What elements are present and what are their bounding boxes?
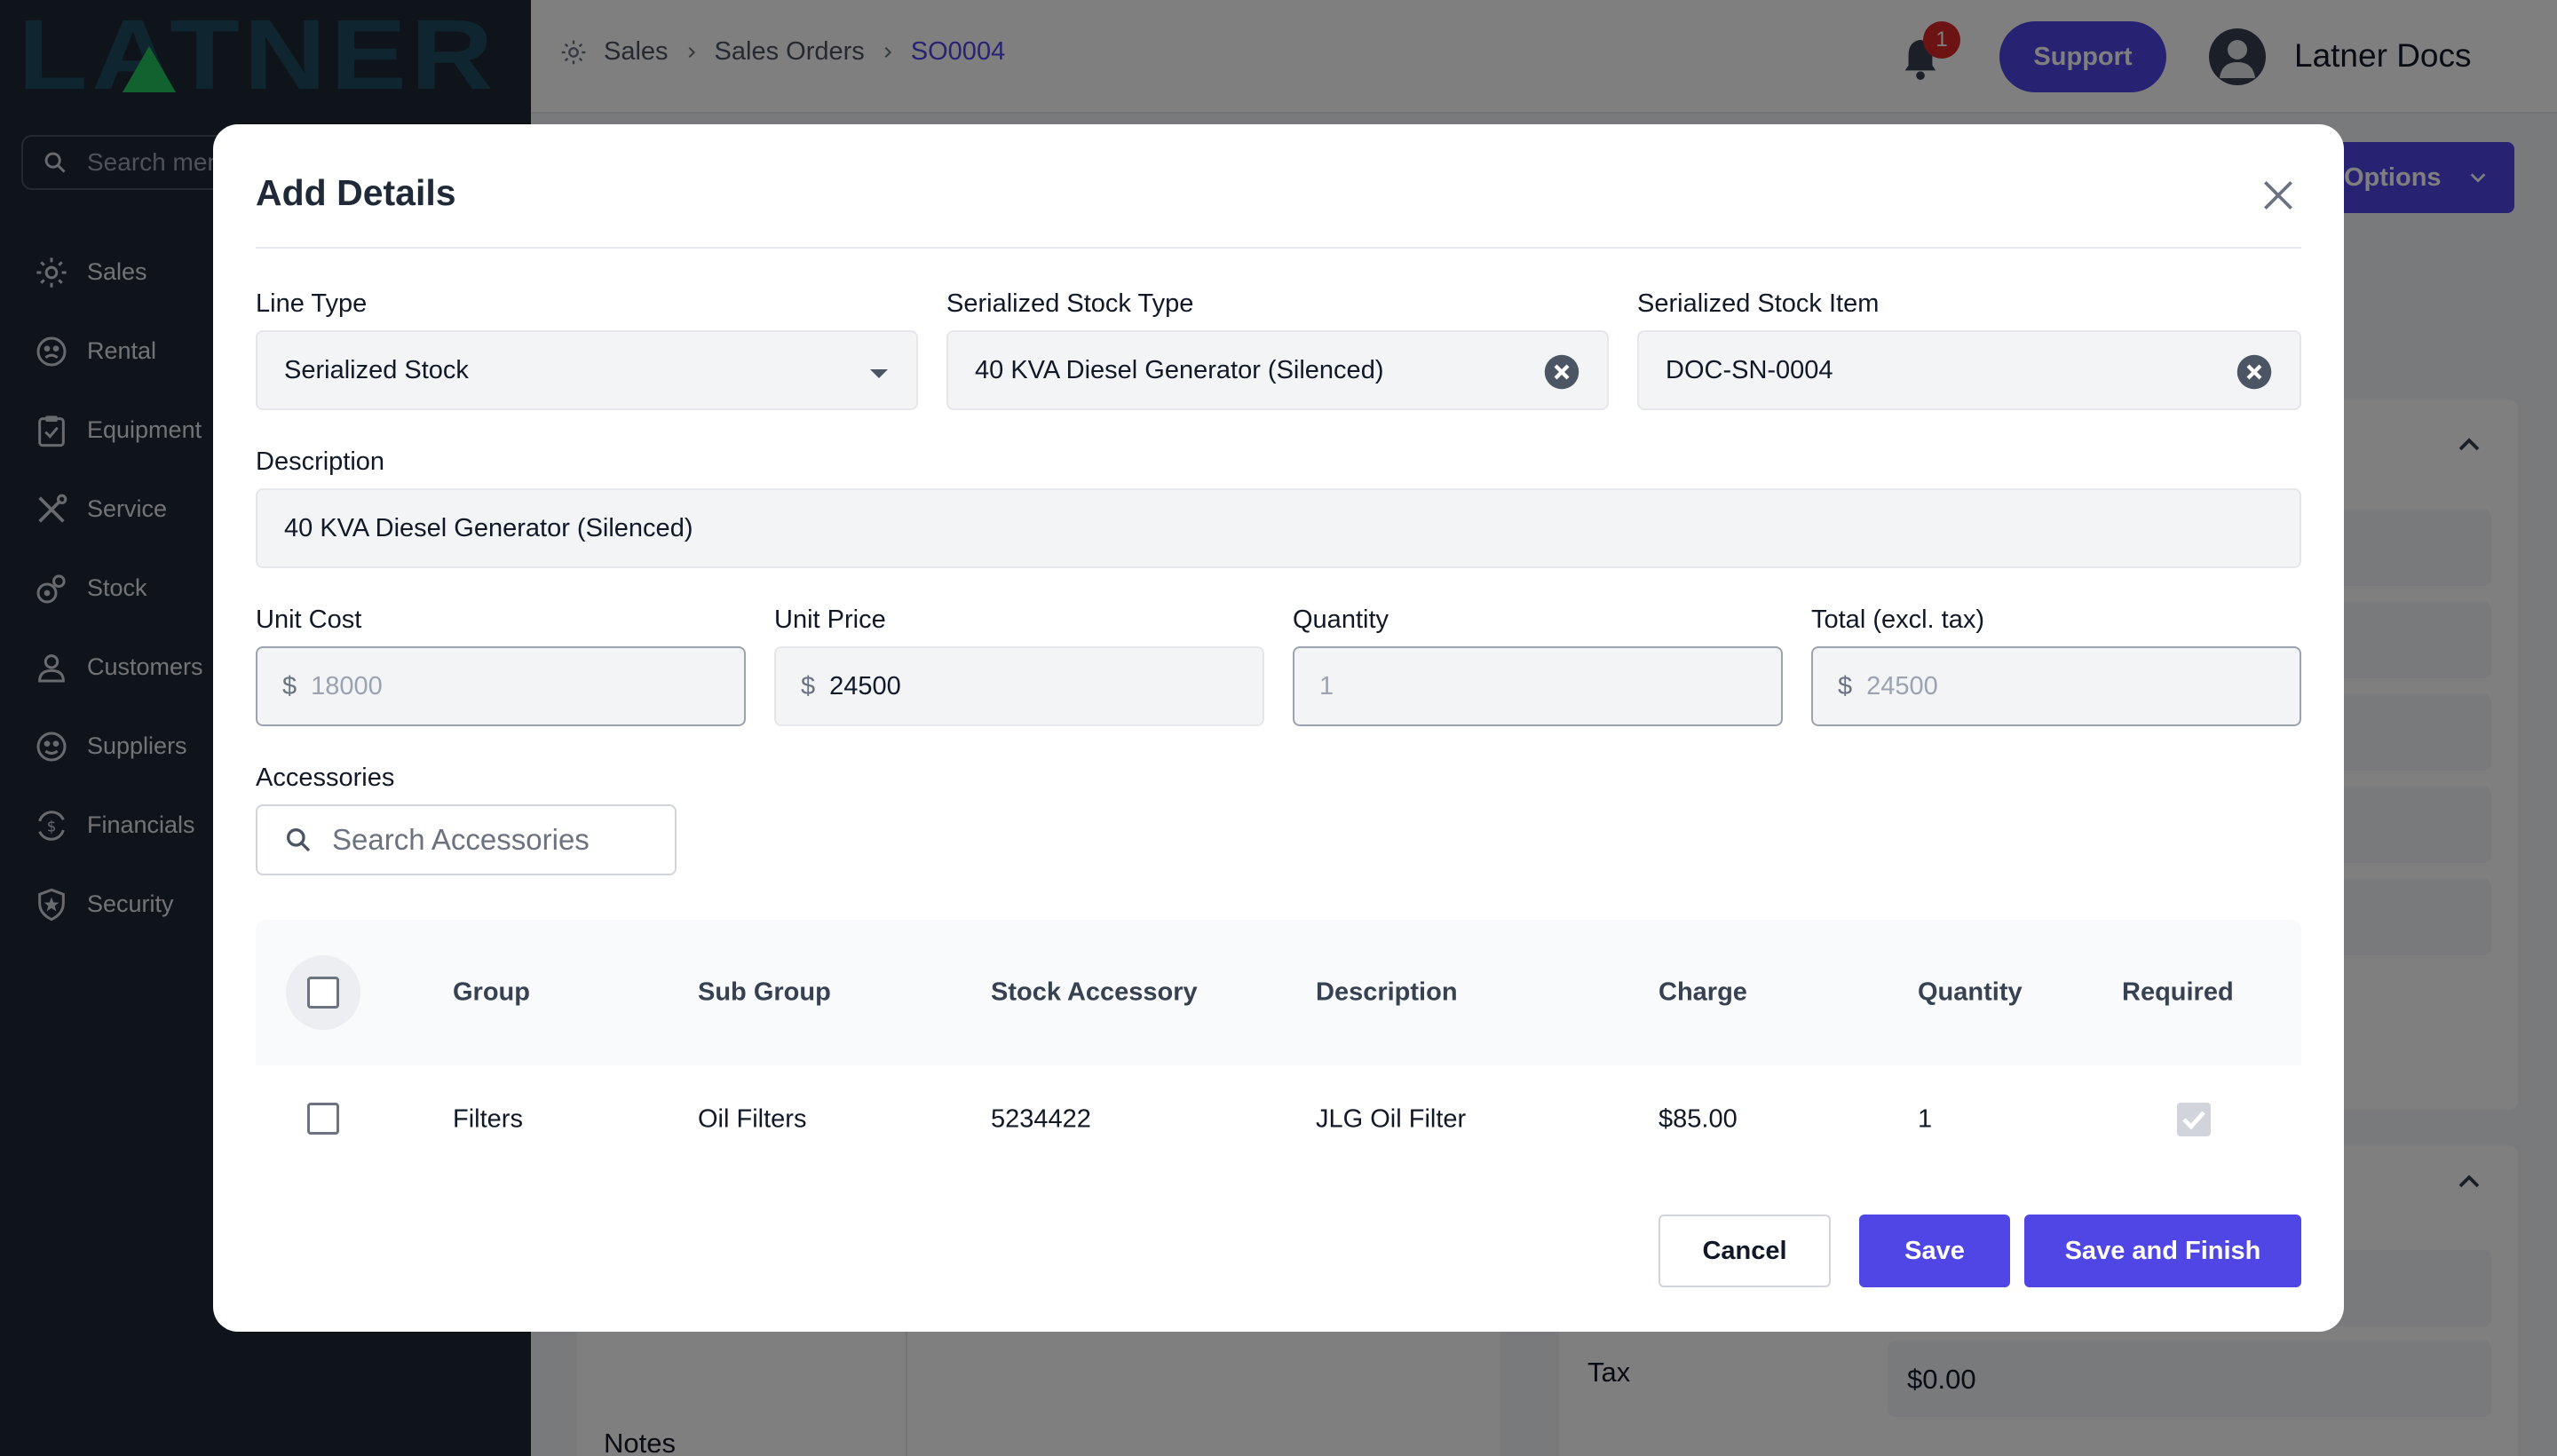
accessories-label: Accessories xyxy=(256,764,395,792)
col-charge[interactable]: Charge xyxy=(1658,978,1747,1008)
col-required[interactable]: Required xyxy=(2122,978,2234,1008)
stock-type-select[interactable]: 40 KVA Diesel Generator (Silenced) xyxy=(946,330,1609,410)
description-value: 40 KVA Diesel Generator (Silenced) xyxy=(284,513,693,542)
modal-divider xyxy=(256,247,2301,249)
check-icon xyxy=(2182,1111,2205,1130)
col-group[interactable]: Group xyxy=(453,978,530,1008)
description-input[interactable]: 40 KVA Diesel Generator (Silenced) xyxy=(256,488,2301,568)
add-details-modal: Add Details Line Type Serialized Stock S… xyxy=(213,124,2344,1332)
currency-symbol: $ xyxy=(1838,671,1853,700)
line-type-label: Line Type xyxy=(256,289,368,318)
clear-icon[interactable] xyxy=(2236,353,2273,391)
required-checkbox xyxy=(2177,1103,2211,1136)
row-checkbox[interactable] xyxy=(307,1103,339,1135)
table-row[interactable]: Filters Oil Filters 5234422 JLG Oil Filt… xyxy=(256,1065,2301,1174)
unit-price-input[interactable]: $ 24500 xyxy=(774,646,1264,726)
save-button[interactable]: Save xyxy=(1859,1215,2010,1287)
row-stock-accessory: 5234422 xyxy=(991,1104,1091,1134)
modal-title: Add Details xyxy=(256,172,456,213)
accessories-search-input[interactable] xyxy=(332,823,652,857)
stock-item-select[interactable]: DOC-SN-0004 xyxy=(1637,330,2301,410)
row-description: JLG Oil Filter xyxy=(1316,1104,1467,1134)
stock-item-value: DOC-SN-0004 xyxy=(1666,355,1833,384)
line-type-value: Serialized Stock xyxy=(284,355,469,384)
select-all-checkbox[interactable] xyxy=(307,977,339,1009)
total-label: Total (excl. tax) xyxy=(1811,605,1984,634)
accessories-table: Group Sub Group Stock Accessory Descript… xyxy=(256,920,2301,1174)
row-quantity: 1 xyxy=(1918,1104,1933,1134)
quantity-label: Quantity xyxy=(1293,605,1389,634)
unit-cost-value: 18000 xyxy=(311,671,383,700)
app-root: LATNER Search menu Sales Rental Equipmen… xyxy=(0,0,2557,1456)
description-label: Description xyxy=(256,447,385,476)
currency-symbol: $ xyxy=(282,671,297,700)
close-icon[interactable] xyxy=(2259,176,2298,215)
col-stock-accessory[interactable]: Stock Accessory xyxy=(991,978,1198,1008)
caret-down-icon xyxy=(870,369,888,378)
table-header: Group Sub Group Stock Accessory Descript… xyxy=(256,920,2301,1065)
col-quantity[interactable]: Quantity xyxy=(1918,978,2023,1008)
stock-type-value: 40 KVA Diesel Generator (Silenced) xyxy=(975,355,1384,384)
row-group: Filters xyxy=(453,1104,523,1134)
accessories-search[interactable] xyxy=(256,804,677,875)
unit-price-label: Unit Price xyxy=(774,605,886,634)
unit-cost-input: $ 18000 xyxy=(256,646,746,726)
quantity-input: 1 xyxy=(1293,646,1783,726)
total-input: $ 24500 xyxy=(1811,646,2301,726)
col-sub-group[interactable]: Sub Group xyxy=(698,978,831,1008)
col-description[interactable]: Description xyxy=(1316,978,1458,1008)
row-sub-group: Oil Filters xyxy=(698,1104,807,1134)
row-charge: $85.00 xyxy=(1658,1104,1738,1134)
unit-cost-label: Unit Cost xyxy=(256,605,362,634)
quantity-value: 1 xyxy=(1319,671,1334,700)
unit-price-value: 24500 xyxy=(829,671,901,700)
total-value: 24500 xyxy=(1866,671,1938,700)
currency-symbol: $ xyxy=(801,671,816,700)
stock-item-label: Serialized Stock Item xyxy=(1637,289,1880,318)
clear-icon[interactable] xyxy=(1543,353,1580,391)
stock-type-label: Serialized Stock Type xyxy=(946,289,1194,318)
line-type-select[interactable]: Serialized Stock xyxy=(256,330,918,410)
cancel-button[interactable]: Cancel xyxy=(1658,1215,1831,1287)
save-and-finish-button[interactable]: Save and Finish xyxy=(2024,1215,2301,1287)
search-icon xyxy=(287,828,311,852)
